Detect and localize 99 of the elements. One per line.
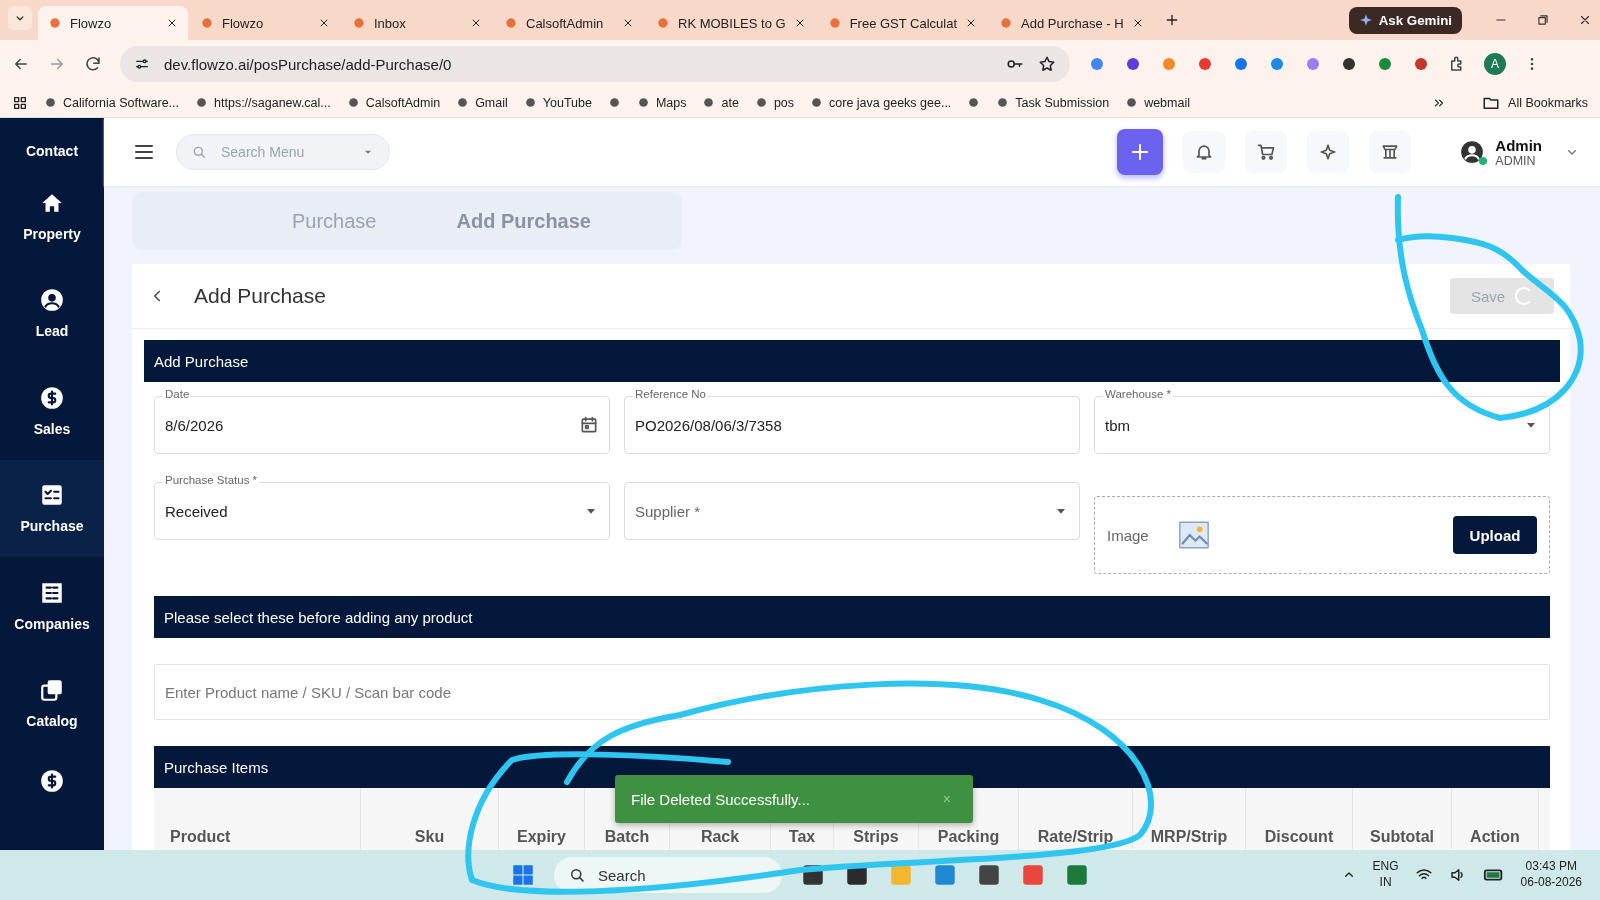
sidebar-icon (39, 384, 65, 411)
bookmark-link[interactable]: webmail (1144, 95, 1190, 110)
bookmark-icon (636, 96, 650, 109)
spreadsheet-icon[interactable] (1064, 862, 1090, 888)
bookmark-link[interactable]: Maps (655, 95, 687, 110)
code-editor-icon[interactable] (932, 862, 958, 888)
cart-button[interactable] (1245, 131, 1288, 173)
bookmark-icon[interactable] (607, 96, 621, 109)
close-icon[interactable] (166, 17, 178, 29)
favicon-icon (999, 16, 1014, 30)
apps-icon[interactable] (12, 94, 28, 111)
select-field[interactable]: Supplier * (624, 482, 1080, 540)
restore-icon[interactable] (1536, 13, 1550, 27)
sidebar-item[interactable]: Purchase (0, 459, 104, 557)
bookmark-link[interactable]: ate (721, 95, 739, 110)
browser-tab[interactable]: Flowzo (190, 6, 340, 40)
dollar-icon (39, 768, 65, 795)
browser-tab[interactable]: Free GST Calculat (817, 6, 988, 40)
store-button[interactable] (1369, 131, 1412, 173)
field-label: Date (163, 388, 192, 400)
bookmark-icon (523, 96, 537, 109)
bookmark-icon (810, 96, 824, 109)
close-icon[interactable] (622, 17, 634, 29)
upload-button[interactable]: Upload (1453, 516, 1537, 554)
favicon-icon (827, 16, 842, 30)
bookmark-link[interactable]: https://saganew.cal... (214, 95, 331, 110)
page-title: Add Purchase (194, 284, 326, 308)
sidebar-item[interactable]: Companies (0, 557, 104, 655)
user-name: Admin (1495, 136, 1542, 154)
bookmark-link[interactable]: Gmail (475, 95, 508, 110)
user-role: ADMIN (1495, 153, 1537, 168)
search-icon (568, 866, 586, 884)
language-indicator[interactable]: ENG IN (1372, 859, 1399, 891)
profile-avatar[interactable]: A (1484, 53, 1506, 75)
favicon-icon (352, 16, 366, 30)
bookmark-link[interactable]: core java geeks gee... (829, 95, 952, 110)
search-icon (191, 144, 207, 160)
bookmark-link[interactable]: YouTube (542, 95, 592, 110)
section-header: Add Purchase (144, 340, 1560, 382)
site-settings-icon (134, 56, 150, 72)
online-status-dot (1479, 157, 1488, 165)
sidebar-item[interactable]: Sales (0, 362, 104, 460)
close-icon[interactable] (318, 17, 330, 29)
sidebar-item[interactable]: Contact (0, 118, 104, 167)
browser-tab[interactable]: Inbox (342, 6, 492, 40)
bookmark-icon (44, 96, 57, 109)
browser-tab[interactable]: RK MOBILES to G (646, 6, 816, 40)
clock[interactable]: 03:43 PM 06-08-2026 (1520, 859, 1582, 891)
bookmark-link[interactable]: CalsoftAdmin (365, 95, 441, 110)
sidebar-item[interactable]: Property (0, 166, 104, 265)
close-icon[interactable] (470, 17, 482, 29)
reload-icon[interactable] (84, 55, 102, 73)
notice-bar: Please select these before adding any product (154, 596, 1550, 638)
sparkle-button[interactable] (1307, 131, 1350, 173)
favicon-icon (504, 16, 518, 30)
address-bar[interactable]: dev.flowzo.ai/posPurchase/add-Purchase/0 (120, 46, 1070, 82)
favicon-icon (656, 16, 670, 30)
bookmark-icon (702, 96, 716, 109)
bookmark-icon (346, 96, 360, 109)
breadcrumb-current: Add Purchase (456, 209, 591, 233)
favicon-icon (48, 16, 62, 30)
bookmark-link[interactable]: pos (773, 95, 795, 110)
extension-icon[interactable] (1412, 55, 1430, 73)
browser-tab[interactable]: Add Purchase - H (989, 6, 1154, 40)
user-menu[interactable]: Admin ADMIN (1459, 136, 1580, 168)
notification-button[interactable] (1183, 131, 1226, 173)
bookmark-link[interactable]: Task Submission (1015, 95, 1110, 110)
bookmark-link[interactable]: California Software... (63, 95, 180, 110)
browser-tab[interactable]: Flowzo (38, 6, 188, 40)
add-button[interactable] (1117, 129, 1164, 175)
product-search-field[interactable]: Enter Product name / SKU / Scan bar code (154, 664, 1550, 720)
app-icon[interactable] (976, 862, 1002, 888)
field-label: Reference No (633, 388, 708, 400)
star-icon[interactable] (1038, 55, 1056, 73)
field-label: Purchase Status * (163, 474, 260, 486)
extension-icon[interactable] (1124, 55, 1142, 73)
all-bookmarks-link[interactable]: All Bookmarks (1508, 95, 1588, 110)
field-label: Warehouse * (1103, 388, 1174, 400)
calendar-icon[interactable] (579, 415, 599, 435)
sidebar-icon (39, 677, 65, 704)
favicon-icon (200, 16, 214, 30)
image-label: Image (1107, 526, 1149, 544)
extension-icon[interactable] (1340, 55, 1358, 73)
sidebar-item[interactable]: Catalog (0, 654, 104, 753)
bookmark-icon (456, 96, 470, 109)
close-icon[interactable] (1578, 13, 1592, 27)
bookmark-icon (754, 96, 768, 109)
browser-tab[interactable]: CalsoftAdmin (494, 6, 644, 40)
cart-icon (1256, 142, 1277, 162)
ask-gemini-button[interactable]: Ask Gemini (1348, 6, 1462, 34)
start-icon[interactable] (510, 862, 536, 888)
bookmark-icon (1125, 96, 1139, 109)
avatar-icon (1459, 139, 1486, 165)
bookmark-icon[interactable] (967, 96, 981, 109)
sidebar-item[interactable]: Lead (0, 264, 104, 362)
bookmark-icon (195, 96, 209, 109)
bookmark-icon (996, 96, 1010, 109)
sidebar-icon (39, 287, 65, 314)
browser-icon[interactable] (1020, 862, 1046, 888)
